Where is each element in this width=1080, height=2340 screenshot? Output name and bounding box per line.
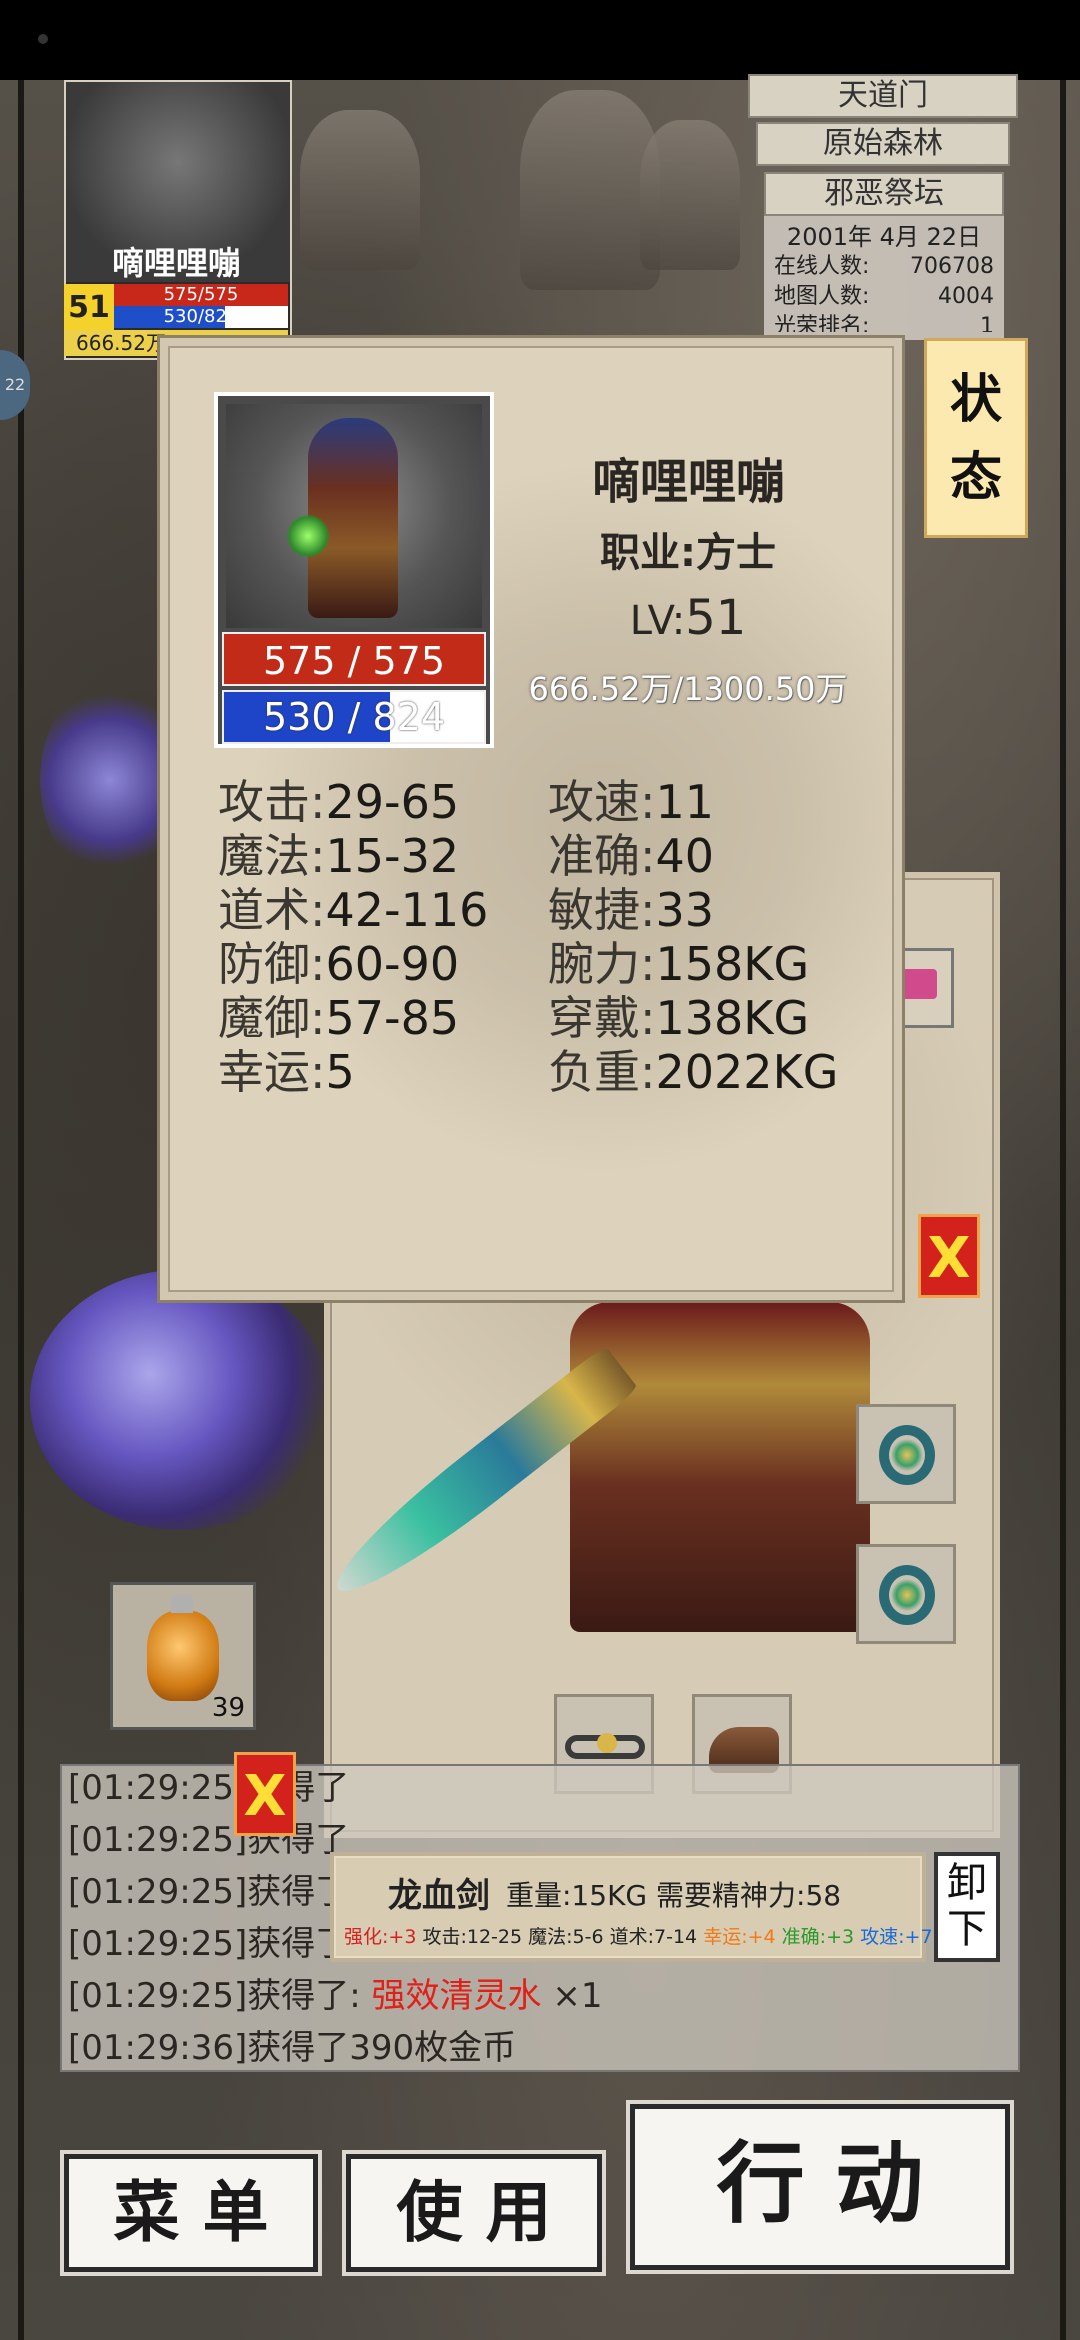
chat-time: [01:29:25] bbox=[68, 1768, 248, 1808]
system-status-bar bbox=[0, 0, 1080, 80]
ring-icon bbox=[879, 1565, 935, 1625]
monster-sprite[interactable] bbox=[40, 680, 180, 880]
player-level: 51 bbox=[64, 284, 114, 332]
mp-text: 530 / 824 bbox=[262, 695, 446, 739]
attr-magic: 魔法:5-6 bbox=[528, 1926, 604, 1948]
frame-border-right bbox=[1060, 80, 1066, 2340]
cave-rock bbox=[640, 120, 740, 270]
ring-slot-right[interactable] bbox=[856, 1544, 956, 1644]
item-meta: 重量:15KG 需要精神力:58 bbox=[506, 1879, 842, 1912]
chat-line: [01:29:36]获得了390枚金币 bbox=[68, 2020, 516, 2069]
game-date: 2001年 4月 22日 bbox=[786, 223, 982, 251]
stat-value: 2022KG bbox=[655, 1045, 839, 1099]
character-name: 嘀哩哩嘣 bbox=[591, 454, 784, 510]
close-button[interactable]: X bbox=[918, 1214, 980, 1298]
player-name: 嘀哩哩嘣 bbox=[111, 244, 240, 282]
weapon-glow bbox=[286, 514, 330, 558]
chat-line: [01:29:25]获得了: 强效清灵水 ×1 bbox=[68, 1968, 602, 2017]
chat-text: 获得了: bbox=[247, 1976, 361, 2016]
character-class: 职业:方士 bbox=[600, 530, 776, 576]
chat-time: [01:29:25] bbox=[68, 1872, 248, 1912]
stat-value: 5 bbox=[325, 1045, 355, 1099]
status-tab-char2: 态 bbox=[949, 448, 1002, 508]
character-exp: 666.52万/1300.50万 bbox=[528, 670, 848, 708]
character-armor-sprite bbox=[570, 1302, 870, 1632]
server-info: 2001年 4月 22日 在线人数: 706708 地图人数: 4004 光荣排名:… bbox=[764, 216, 1004, 340]
stat-luck: 幸运:5 bbox=[218, 1036, 355, 1102]
map-item-tiandaomen[interactable]: 天道门 bbox=[748, 74, 1018, 118]
attr-attack: 攻击:12-25 bbox=[422, 1926, 523, 1948]
chat-close-button[interactable]: X bbox=[234, 1752, 296, 1836]
attr-tao: 道术:7-14 bbox=[609, 1926, 698, 1948]
treasure-box-icon bbox=[901, 969, 937, 999]
quick-item-slot[interactable]: 39 bbox=[110, 1582, 256, 1730]
player-mp-text: 530/824 bbox=[163, 306, 239, 327]
ring-icon bbox=[879, 1425, 935, 1485]
online-count: 706708 bbox=[910, 254, 994, 279]
chat-item: 强效清灵水 bbox=[371, 1976, 542, 2016]
character-portrait bbox=[226, 404, 482, 628]
camera-dot bbox=[38, 34, 48, 44]
action-button[interactable]: 行 动 bbox=[630, 2104, 1010, 2270]
map-count-label: 地图人数: bbox=[774, 284, 870, 309]
stat-bag-weight: 负重:2022KG bbox=[548, 1036, 838, 1102]
tab-status[interactable]: 状态 bbox=[924, 338, 1028, 538]
attr-speed: 攻速:+7 bbox=[860, 1926, 933, 1948]
hp-bar: 575 / 575 bbox=[222, 632, 486, 686]
chat-time: [01:29:36] bbox=[68, 2028, 248, 2068]
item-attributes: 强化:+3 攻击:12-25 魔法:5-6 道术:7-14 幸运:+4 准确:+… bbox=[344, 1922, 933, 1949]
chat-time: [01:29:25] bbox=[68, 1924, 248, 1964]
monster-sprite[interactable] bbox=[30, 1270, 330, 1530]
unequip-button[interactable]: 卸下 bbox=[934, 1852, 1000, 1962]
unequip-char1: 卸 bbox=[947, 1860, 987, 1906]
potion-count: 39 bbox=[211, 1693, 245, 1723]
stat-label: 负重: bbox=[548, 1045, 656, 1099]
use-button[interactable]: 使 用 bbox=[346, 2154, 602, 2272]
item-tooltip: 龙血剑 重量:15KG 需要精神力:58 强化:+3 攻击:12-25 魔法:5… bbox=[330, 1852, 933, 1962]
belt-icon bbox=[565, 1733, 645, 1759]
online-label: 在线人数: bbox=[774, 254, 870, 279]
chat-time: [01:29:25] bbox=[68, 1976, 248, 2016]
chat-qty: ×1 bbox=[552, 1976, 603, 2016]
cave-rock bbox=[520, 90, 660, 290]
mp-bar: 530 / 824 bbox=[222, 690, 486, 744]
chat-line: [01:29:25]获得了 bbox=[68, 1916, 349, 1965]
item-name: 龙血剑 bbox=[388, 1876, 490, 1916]
attr-luck: 幸运:+4 bbox=[703, 1926, 776, 1948]
portrait-frame: 575 / 575 530 / 824 bbox=[214, 392, 494, 748]
frame-border-left bbox=[18, 80, 24, 2340]
attr-accuracy: 准确:+3 bbox=[781, 1926, 855, 1948]
unequip-char2: 下 bbox=[947, 1906, 987, 1952]
ring-slot-left[interactable] bbox=[856, 1404, 956, 1504]
menu-button[interactable]: 菜 单 bbox=[64, 2154, 318, 2272]
map-count: 4004 bbox=[938, 284, 994, 309]
attr-enhance: 强化:+3 bbox=[344, 1926, 417, 1948]
cave-rock bbox=[300, 110, 420, 270]
level-value: 51 bbox=[685, 590, 747, 646]
chat-time: [01:29:25] bbox=[68, 1820, 248, 1860]
player-mp-bar: 530/824 bbox=[114, 306, 288, 328]
rank-value: 1 bbox=[980, 314, 994, 332]
chat-line: [01:29:25]获得了 bbox=[68, 1812, 349, 1861]
chat-line: [01:29:25]获得了 bbox=[68, 1864, 349, 1913]
character-status-panel: 575 / 575 530 / 824 嘀哩哩嘣 职业:方士 LV:51 666… bbox=[160, 338, 902, 1300]
character-level: LV:51 bbox=[518, 590, 858, 646]
map-item-primeval-forest[interactable]: 原始森林 bbox=[756, 122, 1010, 166]
level-label: LV: bbox=[629, 598, 686, 644]
stat-label: 幸运: bbox=[218, 1045, 326, 1099]
potion-icon bbox=[147, 1595, 219, 1701]
map-item-evil-altar[interactable]: 邪恶祭坛 bbox=[764, 172, 1004, 216]
rank-label: 光荣排名: bbox=[774, 314, 870, 332]
chat-text: 获得了390枚金币 bbox=[247, 2028, 517, 2068]
chat-line: [01:29:25]获得了 bbox=[68, 1760, 349, 1809]
status-tab-char1: 状 bbox=[949, 370, 1002, 430]
player-hp-bar: 575/575 bbox=[114, 284, 288, 306]
